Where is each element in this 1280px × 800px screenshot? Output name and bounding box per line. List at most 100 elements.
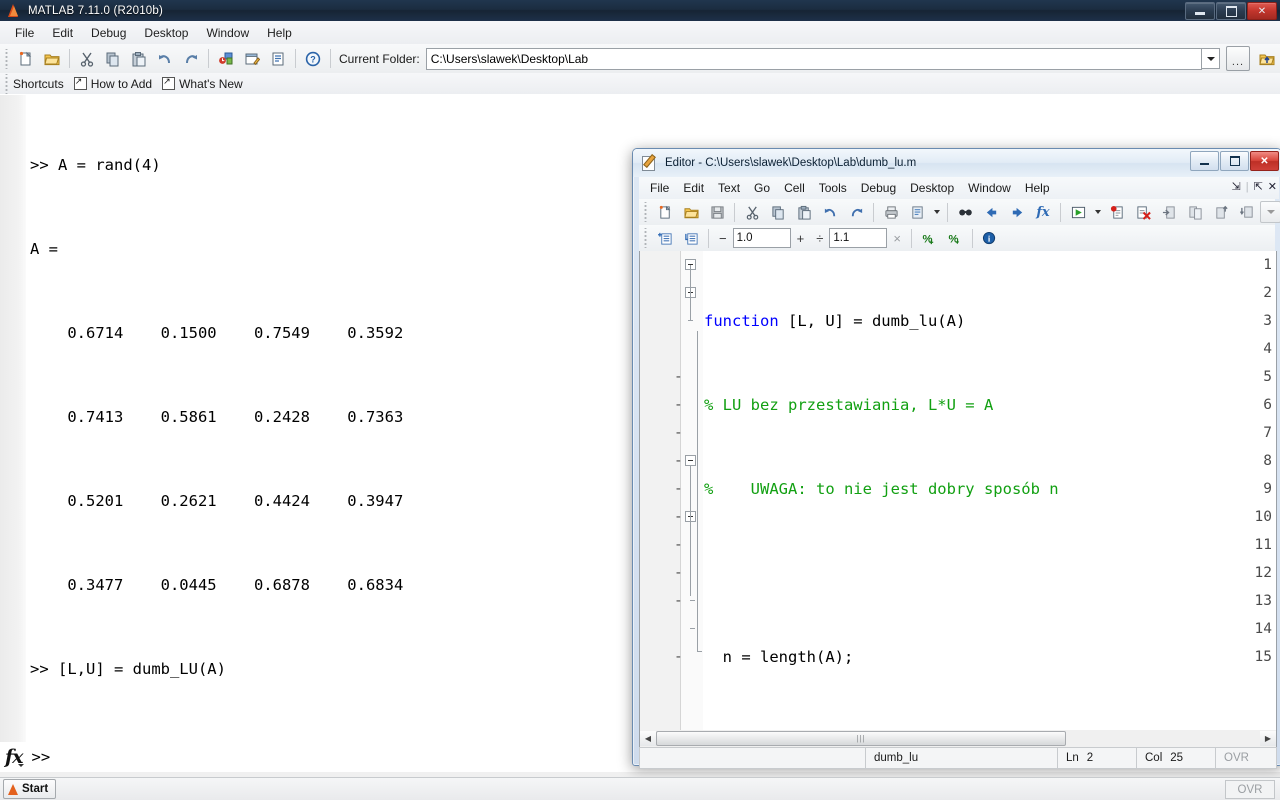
cell-multiply-value[interactable]: 1.1 (829, 228, 888, 248)
back-icon[interactable] (978, 199, 1004, 225)
paste-icon[interactable] (126, 46, 152, 72)
undo-icon[interactable] (817, 199, 843, 225)
save-icon[interactable] (704, 199, 730, 225)
publish-icon[interactable] (904, 199, 930, 225)
editor-close-button[interactable]: ✕ (1250, 151, 1279, 171)
toolbar-grip[interactable] (3, 48, 10, 69)
editor-menu-debug[interactable]: Debug (854, 178, 903, 198)
divide-label[interactable]: ÷ (816, 231, 823, 246)
simulink-icon[interactable] (213, 46, 239, 72)
editor-menu-window[interactable]: Window (961, 178, 1018, 198)
menu-file[interactable]: File (6, 23, 43, 43)
new-file-icon[interactable] (13, 46, 39, 72)
editor-window-controls: ✕ (1190, 151, 1279, 171)
minimize-button[interactable] (1185, 2, 1215, 20)
evaluate-cell-advance-icon[interactable]: % (942, 225, 968, 251)
scroll-right-arrow-icon[interactable]: ▶ (1260, 731, 1276, 746)
fx-function-browser-icon[interactable]: fx (5, 746, 24, 768)
cell-toolbar-grip[interactable] (642, 228, 649, 248)
editor-menu-desktop[interactable]: Desktop (903, 178, 961, 198)
close-button[interactable]: ✕ (1247, 2, 1277, 20)
menu-edit[interactable]: Edit (43, 23, 82, 43)
editor-menu-text[interactable]: Text (711, 178, 747, 198)
executable-marker: - (674, 565, 683, 581)
shortcuts-label[interactable]: Shortcuts (13, 77, 64, 91)
step-icon[interactable] (1182, 199, 1208, 225)
evaluate-cell-icon[interactable]: % (916, 225, 942, 251)
editor-menu-tools[interactable]: Tools (812, 178, 854, 198)
menu-help[interactable]: Help (258, 23, 301, 43)
redo-icon[interactable] (178, 46, 204, 72)
menu-desktop[interactable]: Desktop (135, 23, 197, 43)
info-icon[interactable]: i (977, 225, 1003, 251)
scrollbar-thumb[interactable]: ||| (656, 731, 1066, 746)
fold-line (690, 265, 691, 320)
editor-minimize-button[interactable] (1190, 151, 1219, 171)
run-dropdown-icon[interactable] (1091, 199, 1104, 225)
toolbar-overflow-dropdown[interactable] (1260, 201, 1280, 223)
editor-horizontal-scrollbar[interactable]: ◀ ||| ▶ (639, 730, 1277, 748)
scroll-left-arrow-icon[interactable]: ◀ (640, 731, 656, 746)
insert-cell-divider-icon[interactable] (678, 225, 704, 251)
editor-menu-edit[interactable]: Edit (676, 178, 711, 198)
dock-arrow-icon[interactable]: ⇲ (1231, 180, 1240, 193)
executable-marker: - (674, 481, 683, 497)
menu-window[interactable]: Window (197, 23, 258, 43)
editor-menu-cell[interactable]: Cell (777, 178, 812, 198)
matlab-logo-icon (8, 783, 18, 795)
open-file-icon[interactable] (678, 199, 704, 225)
current-folder-dropdown[interactable] (1202, 48, 1220, 69)
editor-toolbar-grip[interactable] (642, 202, 649, 222)
editor-window[interactable]: Editor - C:\Users\slawek\Desktop\Lab\dum… (632, 148, 1280, 769)
editor-menu-help[interactable]: Help (1018, 178, 1057, 198)
svg-text:?: ? (310, 54, 316, 64)
start-button[interactable]: Start (3, 779, 57, 799)
step-out-icon[interactable] (1208, 199, 1234, 225)
run-icon[interactable] (1065, 199, 1091, 225)
print-icon[interactable] (878, 199, 904, 225)
copy-icon[interactable] (100, 46, 126, 72)
main-menubar: File Edit Debug Desktop Window Help (0, 21, 1280, 45)
restore-button[interactable] (1216, 2, 1246, 20)
increase-label[interactable]: + (797, 231, 805, 246)
folder-up-icon[interactable] (1254, 46, 1280, 72)
shortcut-whats-new[interactable]: What's New (179, 77, 243, 91)
cell-divide-value[interactable]: 1.0 (732, 228, 791, 248)
undock-arrow-icon[interactable]: ⇱ (1254, 180, 1263, 193)
profiler-icon[interactable] (265, 46, 291, 72)
cut-icon[interactable] (74, 46, 100, 72)
function-browser-icon[interactable]: fx (1030, 199, 1056, 225)
decrease-label[interactable]: − (719, 231, 727, 246)
insert-cell-icon[interactable] (652, 225, 678, 251)
close-icon[interactable]: ✕ (1268, 180, 1277, 193)
menu-debug[interactable]: Debug (82, 23, 135, 43)
copy-icon[interactable] (765, 199, 791, 225)
undo-icon[interactable] (152, 46, 178, 72)
forward-icon[interactable] (1004, 199, 1030, 225)
redo-icon[interactable] (843, 199, 869, 225)
cut-icon[interactable] (739, 199, 765, 225)
help-icon[interactable]: ? (300, 46, 326, 72)
continue-icon[interactable] (1234, 199, 1260, 225)
paste-icon[interactable] (791, 199, 817, 225)
find-icon[interactable] (952, 199, 978, 225)
clear-breakpoints-icon[interactable] (1130, 199, 1156, 225)
publish-dropdown-icon[interactable] (930, 199, 943, 225)
editor-menu-file[interactable]: File (643, 178, 676, 198)
guide-icon[interactable] (239, 46, 265, 72)
step-in-icon[interactable] (1156, 199, 1182, 225)
shortcuts-grip[interactable] (3, 73, 10, 94)
fold-toggle-for-i[interactable] (685, 455, 696, 466)
new-file-icon[interactable] (652, 199, 678, 225)
set-breakpoint-icon[interactable] (1104, 199, 1130, 225)
multiply-label[interactable]: × (893, 231, 901, 246)
editor-source-code[interactable]: function [L, U] = dumb_lu(A) % LU bez pr… (704, 251, 1276, 730)
shortcut-how-to-add[interactable]: How to Add (91, 77, 152, 91)
editor-menu-go[interactable]: Go (747, 178, 777, 198)
open-file-icon[interactable] (39, 46, 65, 72)
browse-folder-button[interactable]: ... (1226, 46, 1250, 71)
editor-toolbar: fx (639, 199, 1280, 225)
editor-restore-button[interactable] (1220, 151, 1249, 171)
editor-code-area[interactable]: 1 2 3 4 5 6 7 8 9 10 11 12 13 14 15 - - … (639, 251, 1277, 731)
current-folder-input[interactable]: C:\Users\slawek\Desktop\Lab (425, 47, 1202, 70)
